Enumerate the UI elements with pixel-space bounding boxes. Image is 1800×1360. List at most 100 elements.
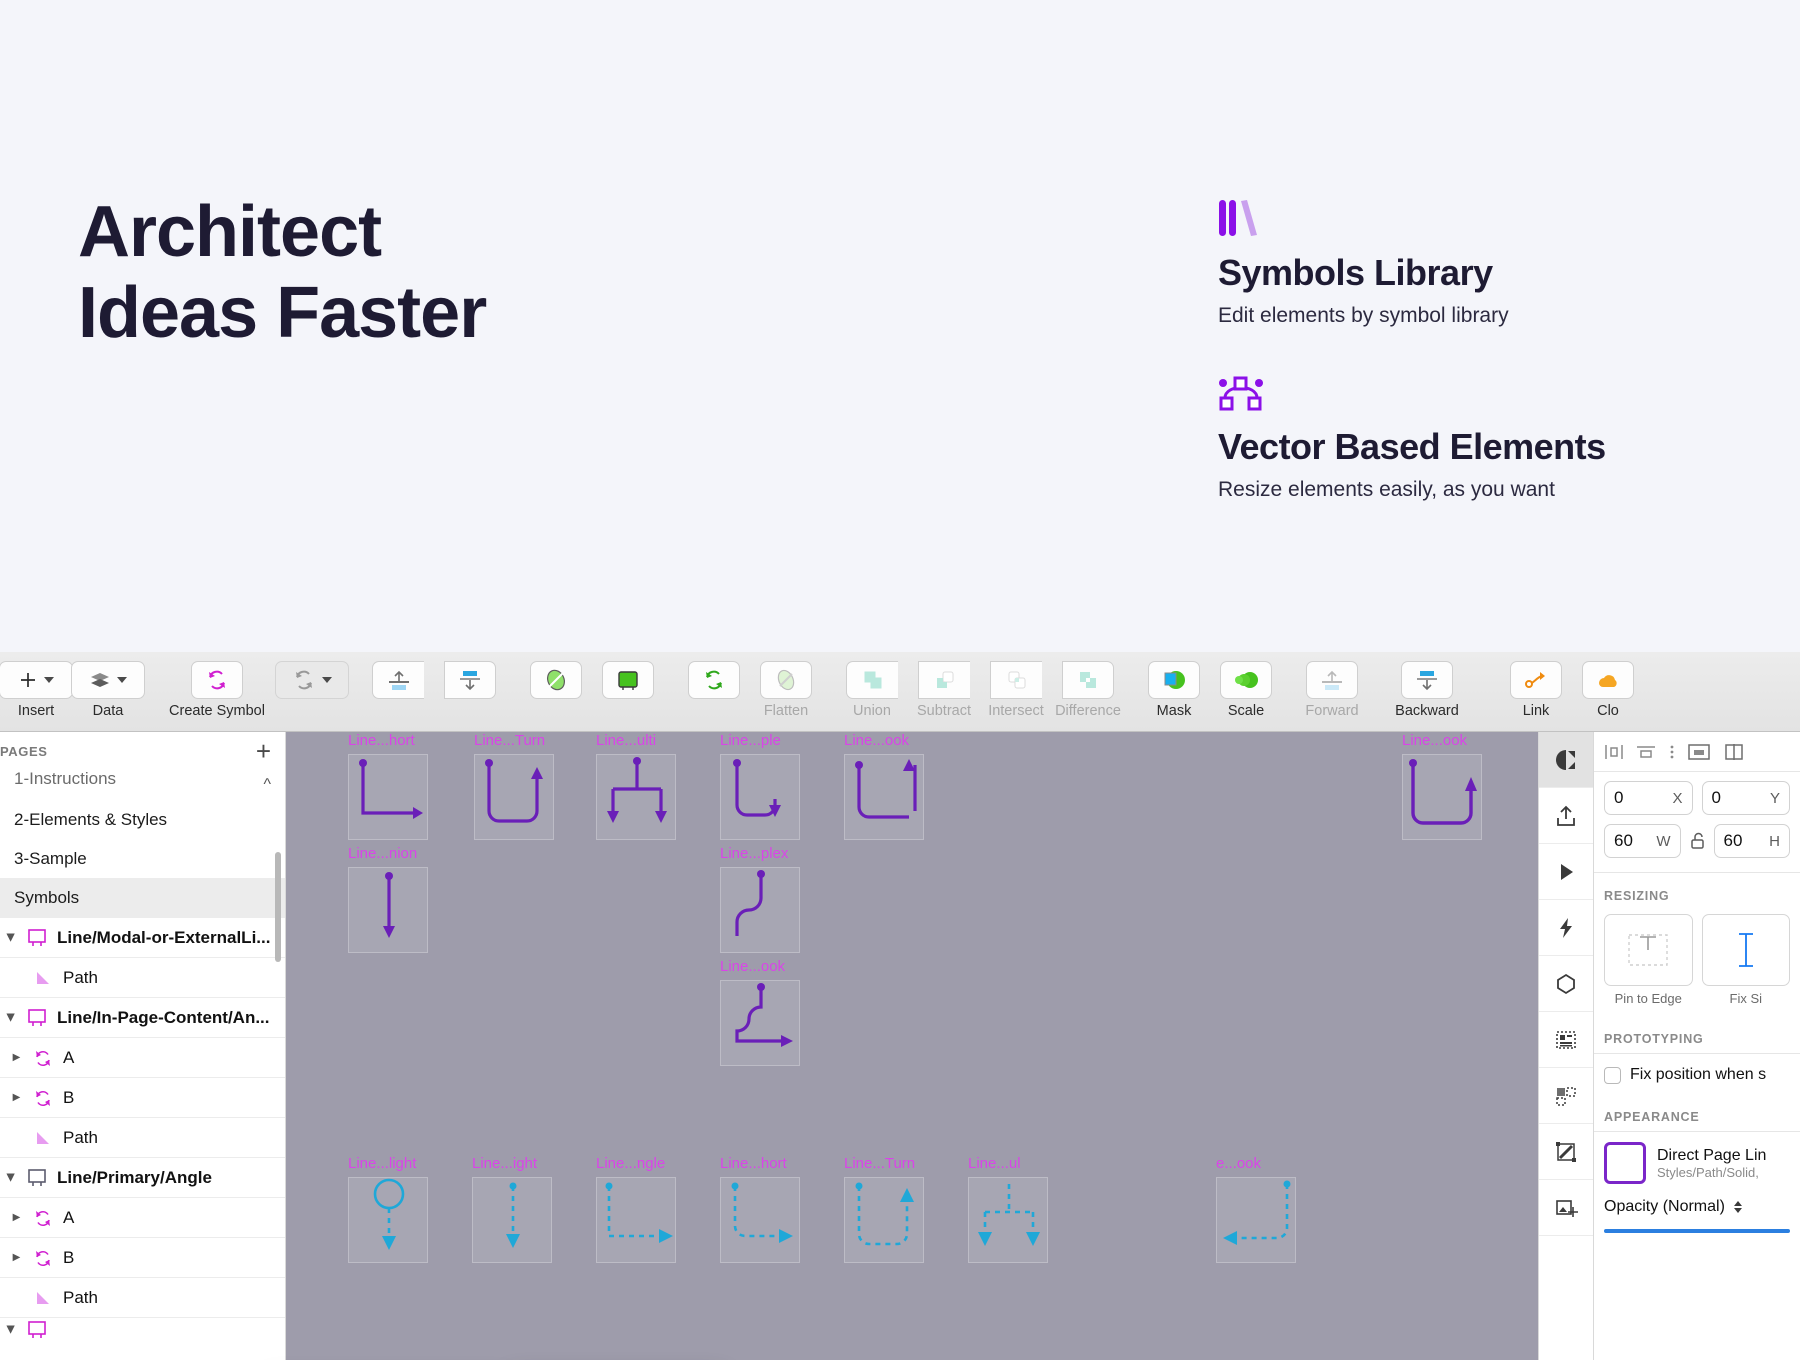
page-row-symbols[interactable]: Symbols [0, 878, 285, 917]
chevron-up-icon[interactable]: ^ [263, 776, 271, 794]
canvas-symbol[interactable]: Line...ook [720, 958, 800, 1066]
layer-row[interactable]: ▶ Line/Primary/Angle [0, 1157, 285, 1197]
resize-option-pin-to-edge[interactable]: Pin to Edge [1604, 914, 1693, 1006]
toolbar-item-backward[interactable]: Backward [1368, 652, 1486, 719]
toolbar-item-cloud[interactable]: Clo [1572, 652, 1644, 719]
appearance-style-row[interactable]: Direct Page Lin Styles/Path/Solid, [1594, 1132, 1800, 1184]
fix-position-checkbox-row[interactable]: Fix position when s [1594, 1054, 1800, 1084]
canvas-symbol[interactable]: Line...Turn [844, 1155, 924, 1263]
page-row[interactable]: 2-Elements & Styles [0, 800, 285, 839]
rail-appearance-button[interactable] [1539, 732, 1593, 788]
width-field[interactable]: 60 W [1604, 824, 1681, 858]
disclosure-triangle-icon[interactable]: ▶ [5, 931, 16, 944]
disclosure-triangle-icon[interactable]: ▶ [10, 1052, 23, 1063]
canvas-symbol[interactable]: Line...ul [968, 1155, 1048, 1263]
insert-button[interactable] [0, 661, 73, 699]
toolbar-item-union[interactable]: Union [836, 652, 908, 719]
canvas-symbol[interactable]: Line...ight [472, 1155, 552, 1263]
canvas-symbol[interactable]: Line...hort [720, 1155, 800, 1263]
symbol-artboard[interactable] [1216, 1177, 1296, 1263]
symbol-artboard[interactable] [472, 1177, 552, 1263]
canvas-symbol[interactable]: Line...hort [348, 732, 428, 840]
align-left-icon[interactable] [1604, 743, 1624, 761]
flatten-button[interactable] [760, 661, 812, 699]
symbol-artboard[interactable] [596, 754, 676, 840]
rail-distribute-button[interactable] [1539, 1068, 1593, 1124]
disclosure-triangle-icon[interactable]: ▶ [5, 1011, 16, 1024]
layer-row[interactable]: ▶ A [0, 1037, 285, 1077]
toolbar-item-intersect[interactable]: Intersect [980, 652, 1052, 719]
disclosure-triangle-icon[interactable]: ▶ [10, 1212, 23, 1223]
canvas-symbol[interactable]: Line...nion [348, 845, 428, 953]
add-page-button[interactable]: + [256, 738, 271, 764]
create-symbol-button[interactable] [191, 661, 243, 699]
layer-row[interactable]: ▶ B [0, 1237, 285, 1277]
disclosure-triangle-icon[interactable]: ▶ [10, 1252, 23, 1263]
toolbar-item-symbol-menu[interactable] [275, 652, 349, 699]
canvas-symbol[interactable]: e...ook [1216, 1155, 1296, 1263]
x-field[interactable]: 0 X [1604, 781, 1693, 815]
scale-button[interactable] [1220, 661, 1272, 699]
rail-prototype-button[interactable] [1539, 844, 1593, 900]
symbol-artboard[interactable] [720, 1177, 800, 1263]
pages-scrollbar[interactable] [275, 852, 281, 962]
symbol-artboard[interactable] [1402, 754, 1482, 840]
align-down-button[interactable] [444, 661, 496, 699]
canvas-symbol[interactable]: Line...ulti [596, 732, 676, 840]
subtract-button[interactable] [918, 661, 970, 699]
symbol-artboard[interactable] [348, 1177, 428, 1263]
toolbar-item-insert[interactable]: Insert [0, 652, 73, 719]
toolbar-item-subtract[interactable]: Subtract [908, 652, 980, 719]
intersect-button[interactable] [990, 661, 1042, 699]
toolbar-item-forward[interactable]: Forward [1296, 652, 1368, 719]
y-field[interactable]: 0 Y [1701, 781, 1790, 815]
layer-row[interactable]: ▶ B [0, 1077, 285, 1117]
design-canvas[interactable]: Line...hort Line...Turn Line...ulti Line… [286, 732, 1538, 1360]
canvas-symbol[interactable]: Line...Turn [474, 732, 554, 840]
align-up-button[interactable] [372, 661, 424, 699]
symbol-artboard[interactable] [474, 754, 554, 840]
symbol-artboard[interactable] [720, 867, 800, 953]
mask-button[interactable] [1148, 661, 1200, 699]
toolbar-item-rotate-copies[interactable] [678, 652, 750, 699]
page-row[interactable]: 1-Instructions [0, 770, 285, 800]
align-more-icon[interactable] [1668, 743, 1676, 761]
layer-row[interactable]: Path [0, 1117, 285, 1157]
symbol-artboard[interactable] [720, 980, 800, 1066]
color-swatch[interactable] [1604, 1142, 1646, 1184]
symbol-artboard[interactable] [348, 867, 428, 953]
canvas-symbol[interactable]: Line...ngle [596, 1155, 676, 1263]
symbol-artboard[interactable] [844, 1177, 924, 1263]
canvas-symbol[interactable]: Line...ple [720, 732, 800, 840]
toolbar-item-align-up[interactable] [362, 652, 434, 699]
layer-row[interactable]: ▶ Line/In-Page-Content/An... [0, 997, 285, 1037]
canvas-symbol[interactable]: Line...ook [1402, 732, 1482, 840]
toolbar-item-align-down[interactable] [434, 652, 506, 699]
toolbar-item-artboard[interactable] [592, 652, 664, 699]
data-button[interactable] [71, 661, 145, 699]
slice-button[interactable] [530, 661, 582, 699]
toolbar-item-create-symbol[interactable]: Create Symbol [158, 652, 276, 719]
canvas-symbol[interactable]: Line...plex [720, 845, 800, 953]
rotate-copies-button[interactable] [688, 661, 740, 699]
layer-row[interactable]: ▶ A [0, 1197, 285, 1237]
rail-export-button[interactable] [1539, 788, 1593, 844]
canvas-symbol[interactable]: Line...light [348, 1155, 428, 1263]
layer-row[interactable]: Path [0, 1277, 285, 1317]
fix-position-checkbox[interactable] [1604, 1066, 1621, 1084]
symbol-artboard[interactable] [596, 1177, 676, 1263]
backward-button[interactable] [1401, 661, 1453, 699]
disclosure-triangle-icon[interactable]: ▶ [10, 1092, 23, 1103]
align-center-v-icon[interactable] [1722, 743, 1746, 761]
rail-image-add-button[interactable] [1539, 1180, 1593, 1236]
page-row[interactable]: 3-Sample [0, 839, 285, 878]
align-center-h-icon[interactable] [1635, 743, 1657, 761]
toolbar-item-slice[interactable] [520, 652, 592, 699]
toolbar-item-difference[interactable]: Difference [1052, 652, 1124, 719]
rail-symbol-master-button[interactable] [1539, 956, 1593, 1012]
layer-row[interactable]: Path [0, 957, 285, 997]
symbol-artboard[interactable] [348, 754, 428, 840]
align-middle-icon[interactable] [1687, 743, 1711, 761]
symbol-artboard[interactable] [968, 1177, 1048, 1263]
cloud-button[interactable] [1582, 661, 1634, 699]
